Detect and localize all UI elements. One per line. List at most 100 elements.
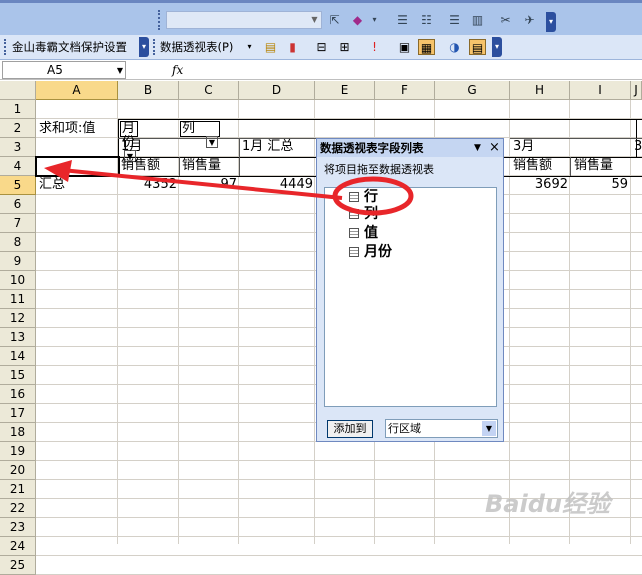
column-header[interactable]: D	[239, 81, 315, 100]
chevron-down-icon[interactable]: ▼	[117, 62, 123, 79]
pivot-table-menu-button[interactable]: 数据透视表(P)	[160, 35, 233, 59]
row-header[interactable]: 10	[0, 271, 36, 290]
chevron-down-icon[interactable]: ▼	[308, 12, 321, 28]
row-header[interactable]: 4	[0, 157, 36, 176]
cell-h4[interactable]: 3月	[511, 138, 536, 157]
table-options-icon[interactable]: ▦	[418, 39, 435, 55]
row-header[interactable]: 19	[0, 442, 36, 461]
row-header[interactable]: 12	[0, 309, 36, 328]
selected-cell-a5[interactable]	[35, 156, 120, 177]
chevron-down-icon[interactable]: ▾	[241, 39, 258, 55]
toolbar-options-icon[interactable]: ▾	[139, 37, 149, 57]
add-to-button[interactable]: 添加到	[327, 420, 373, 438]
column-header[interactable]: B	[118, 81, 179, 100]
month-field-button[interactable]: 月份▼	[120, 121, 138, 162]
field-item-month[interactable]: 月份	[349, 243, 392, 262]
cell-b4[interactable]: 1月	[119, 138, 144, 157]
field-list[interactable]: 行 列 值 月份	[324, 187, 497, 407]
cell-h6[interactable]: 3692	[511, 176, 570, 195]
cell-a6[interactable]: 汇总	[37, 176, 67, 195]
cell-b6[interactable]: 4352	[119, 176, 179, 195]
row-header[interactable]: 7	[0, 214, 36, 233]
show-field-list-icon[interactable]: ▤	[469, 39, 486, 55]
format-report-icon[interactable]: ▤	[262, 39, 279, 55]
row-header[interactable]: 24	[0, 537, 36, 556]
pivot-field-list-panel[interactable]: 数据透视表字段列表 ▼ × 将项目拖至数据透视表 行 列 值 月份 添加到 行区…	[316, 138, 504, 442]
close-icon[interactable]: ×	[489, 139, 500, 157]
chain-icon[interactable]: ✈	[521, 12, 538, 28]
cell-d6[interactable]: 4449	[240, 176, 315, 195]
dropdown-arrow-icon[interactable]: ▼	[206, 136, 218, 148]
cell-c5[interactable]: 销售量	[180, 157, 223, 176]
chevron-down-icon[interactable]: ▼	[482, 421, 496, 436]
row-header[interactable]: 21	[0, 480, 36, 499]
fx-icon[interactable]: fx	[172, 61, 183, 79]
align-center-icon[interactable]: ☷	[418, 12, 435, 28]
row-header[interactable]: 23	[0, 518, 36, 537]
area-select[interactable]: 行区域 ▼	[385, 419, 498, 438]
row-header[interactable]: 20	[0, 461, 36, 480]
column-header[interactable]: I	[570, 81, 631, 100]
cell-h5[interactable]: 销售额	[511, 157, 554, 176]
row-header[interactable]: 9	[0, 252, 36, 271]
toolbar-grip[interactable]	[158, 10, 161, 30]
cell-i6[interactable]: 59	[572, 176, 630, 195]
chart-wizard-icon[interactable]: ▮	[284, 39, 301, 55]
row-header[interactable]: 11	[0, 290, 36, 309]
style-combo[interactable]: ▼	[166, 11, 322, 29]
field-list-icon[interactable]: ◑	[446, 39, 463, 55]
toolbar-options-icon[interactable]: ▾	[492, 37, 502, 57]
style-dropdown-icon[interactable]: ▾	[366, 12, 383, 28]
select-all-corner[interactable]	[0, 81, 36, 100]
toolbar-options-icon[interactable]: ▾	[546, 12, 556, 32]
link-icon[interactable]: ✂	[497, 12, 514, 28]
name-box[interactable]: A5 ▼	[2, 61, 126, 79]
cell-a3[interactable]: 求和项:值	[37, 120, 97, 139]
field-item-column[interactable]: 列	[349, 205, 378, 224]
row-header[interactable]: 17	[0, 404, 36, 423]
row-header[interactable]: 13	[0, 328, 36, 347]
show-detail-icon[interactable]: ⊞	[336, 39, 353, 55]
workflow-icon[interactable]: ⇱	[326, 12, 343, 28]
row-header[interactable]: 16	[0, 385, 36, 404]
cell-d4[interactable]: 1月 汇总	[240, 138, 295, 157]
field-settings-icon[interactable]: ▣	[396, 39, 413, 55]
row-header[interactable]: 25	[0, 556, 36, 575]
cell-i5[interactable]: 销售量	[572, 157, 615, 176]
refresh-icon[interactable]: !	[366, 39, 383, 55]
row-header[interactable]: 14	[0, 347, 36, 366]
cell-j4[interactable]: 3	[632, 138, 642, 157]
row-header[interactable]: 15	[0, 366, 36, 385]
style-icon[interactable]: ◆	[349, 12, 366, 28]
column-field-button[interactable]: 列▼	[180, 121, 220, 148]
row-header[interactable]: 5	[0, 176, 36, 195]
row-header[interactable]: 22	[0, 499, 36, 518]
cell-b5[interactable]: 销售额	[119, 157, 162, 176]
row-header[interactable]: 1	[0, 100, 36, 119]
wps-protect-button[interactable]: 金山毒霸文档保护设置	[12, 35, 127, 59]
toolbar-grip[interactable]	[153, 39, 156, 55]
column-header[interactable]: E	[315, 81, 375, 100]
column-header[interactable]: C	[179, 81, 239, 100]
field-item-value[interactable]: 值	[349, 224, 378, 243]
cell-c6[interactable]: 97	[180, 176, 239, 195]
column-header[interactable]: H	[510, 81, 570, 100]
row-header[interactable]: 2	[0, 119, 36, 138]
column-header[interactable]: F	[375, 81, 435, 100]
justify-icon[interactable]: ▥	[469, 12, 486, 28]
align-left-icon[interactable]: ☰	[394, 12, 411, 28]
column-header[interactable]: A	[36, 81, 118, 100]
toolbar-grip[interactable]	[4, 39, 7, 55]
area-select-value: 行区域	[388, 422, 421, 435]
align-right-icon[interactable]: ☰	[446, 12, 463, 28]
panel-menu-icon[interactable]: ▼	[474, 139, 481, 157]
row-header[interactable]: 3	[0, 138, 36, 157]
column-header[interactable]: J	[631, 81, 642, 100]
gridline	[630, 100, 631, 544]
column-header[interactable]: G	[435, 81, 510, 100]
row-header[interactable]: 6	[0, 195, 36, 214]
row-header[interactable]: 8	[0, 233, 36, 252]
pivot-border	[570, 157, 571, 176]
hide-detail-icon[interactable]: ⊟	[313, 39, 330, 55]
row-header[interactable]: 18	[0, 423, 36, 442]
